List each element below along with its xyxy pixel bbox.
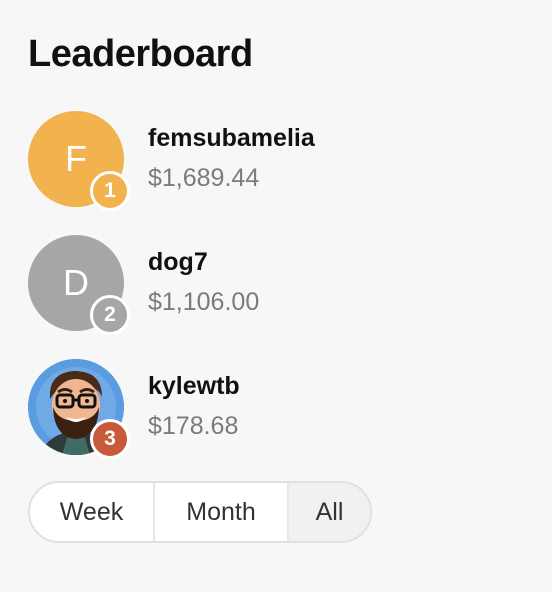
earnings-amount: $178.68 — [148, 412, 239, 440]
rank-badge: 1 — [90, 171, 130, 211]
filter-month-button[interactable]: Month — [153, 483, 287, 541]
rank-badge: 2 — [90, 295, 130, 335]
leaderboard-title: Leaderboard — [28, 33, 253, 75]
username[interactable]: kylewtb — [148, 371, 240, 401]
rank-number: 3 — [104, 427, 116, 450]
username[interactable]: femsubamelia — [148, 123, 315, 153]
rank-number: 2 — [104, 303, 116, 326]
period-filter: Week Month All — [28, 481, 372, 543]
leaderboard-entry[interactable]: D 2 dog7 $1,106.00 — [28, 235, 528, 345]
rank-badge: 3 — [90, 419, 130, 459]
leaderboard-entry[interactable]: 3 kylewtb $178.68 — [28, 359, 528, 469]
earnings-amount: $1,106.00 — [148, 288, 260, 316]
rank-number: 1 — [104, 179, 116, 202]
filter-all-button[interactable]: All — [287, 483, 370, 541]
avatar-initial: D — [63, 262, 89, 303]
earnings-amount: $1,689.44 — [148, 164, 260, 192]
username[interactable]: dog7 — [148, 247, 208, 277]
leaderboard-entry[interactable]: F 1 femsubamelia $1,689.44 — [28, 111, 528, 221]
filter-week-button[interactable]: Week — [30, 483, 153, 541]
avatar-initial: F — [65, 138, 87, 179]
